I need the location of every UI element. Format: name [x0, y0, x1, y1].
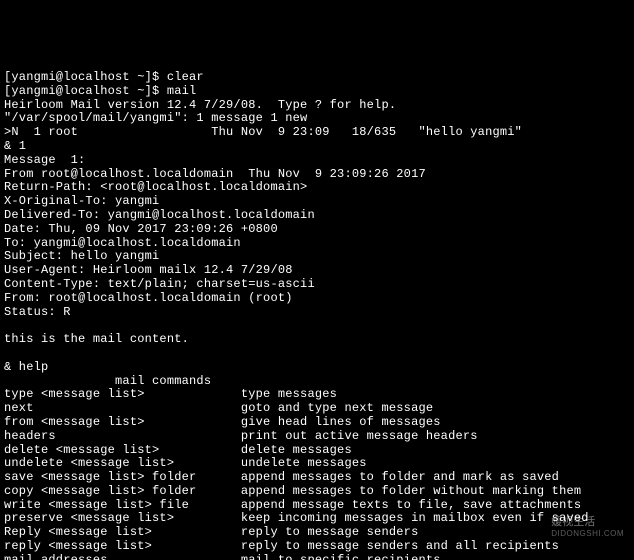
mail-prompt-1: & 1 [4, 139, 26, 153]
command-mail: mail [167, 84, 197, 98]
header-x-original-to: X-Original-To: yangmi [4, 194, 159, 208]
help-title: mail commands [4, 374, 211, 388]
header-status: Status: R [4, 305, 71, 319]
mail-prompt-help: & help [4, 360, 48, 374]
watermark: 媛视生活 DIDONGSHI.COM [551, 516, 624, 538]
watermark-subtext: DIDONGSHI.COM [551, 529, 624, 538]
message-body: this is the mail content. [4, 332, 189, 346]
mail-banner: Heirloom Mail version 12.4 7/29/08. Type… [4, 98, 396, 112]
mail-list-row: >N 1 root Thu Nov 9 23:09 18/635 "hello … [4, 125, 522, 139]
header-from-field: From: root@localhost.localdomain (root) [4, 291, 293, 305]
header-content-type: Content-Type: text/plain; charset=us-asc… [4, 277, 315, 291]
mail-spool: "/var/spool/mail/yangmi": 1 message 1 ne… [4, 111, 307, 125]
header-subject: Subject: hello yangmi [4, 249, 159, 263]
header-to: To: yangmi@localhost.localdomain [4, 236, 241, 250]
prompt: [yangmi@localhost ~]$ [4, 84, 167, 98]
header-from: From root@localhost.localdomain Thu Nov … [4, 167, 426, 181]
terminal[interactable]: [yangmi@localhost ~]$ clear [yangmi@loca… [0, 69, 634, 560]
prompt: [yangmi@localhost ~]$ [4, 70, 167, 84]
header-date: Date: Thu, 09 Nov 2017 23:09:26 +0800 [4, 222, 278, 236]
help-commands: type <message list> type messages next g… [4, 387, 589, 560]
command-clear: clear [167, 70, 204, 84]
watermark-text: 媛视生活 [551, 516, 595, 528]
message-header: Message 1: [4, 153, 85, 167]
header-user-agent: User-Agent: Heirloom mailx 12.4 7/29/08 [4, 263, 293, 277]
header-return-path: Return-Path: <root@localhost.localdomain… [4, 180, 307, 194]
header-delivered-to: Delivered-To: yangmi@localhost.localdoma… [4, 208, 315, 222]
